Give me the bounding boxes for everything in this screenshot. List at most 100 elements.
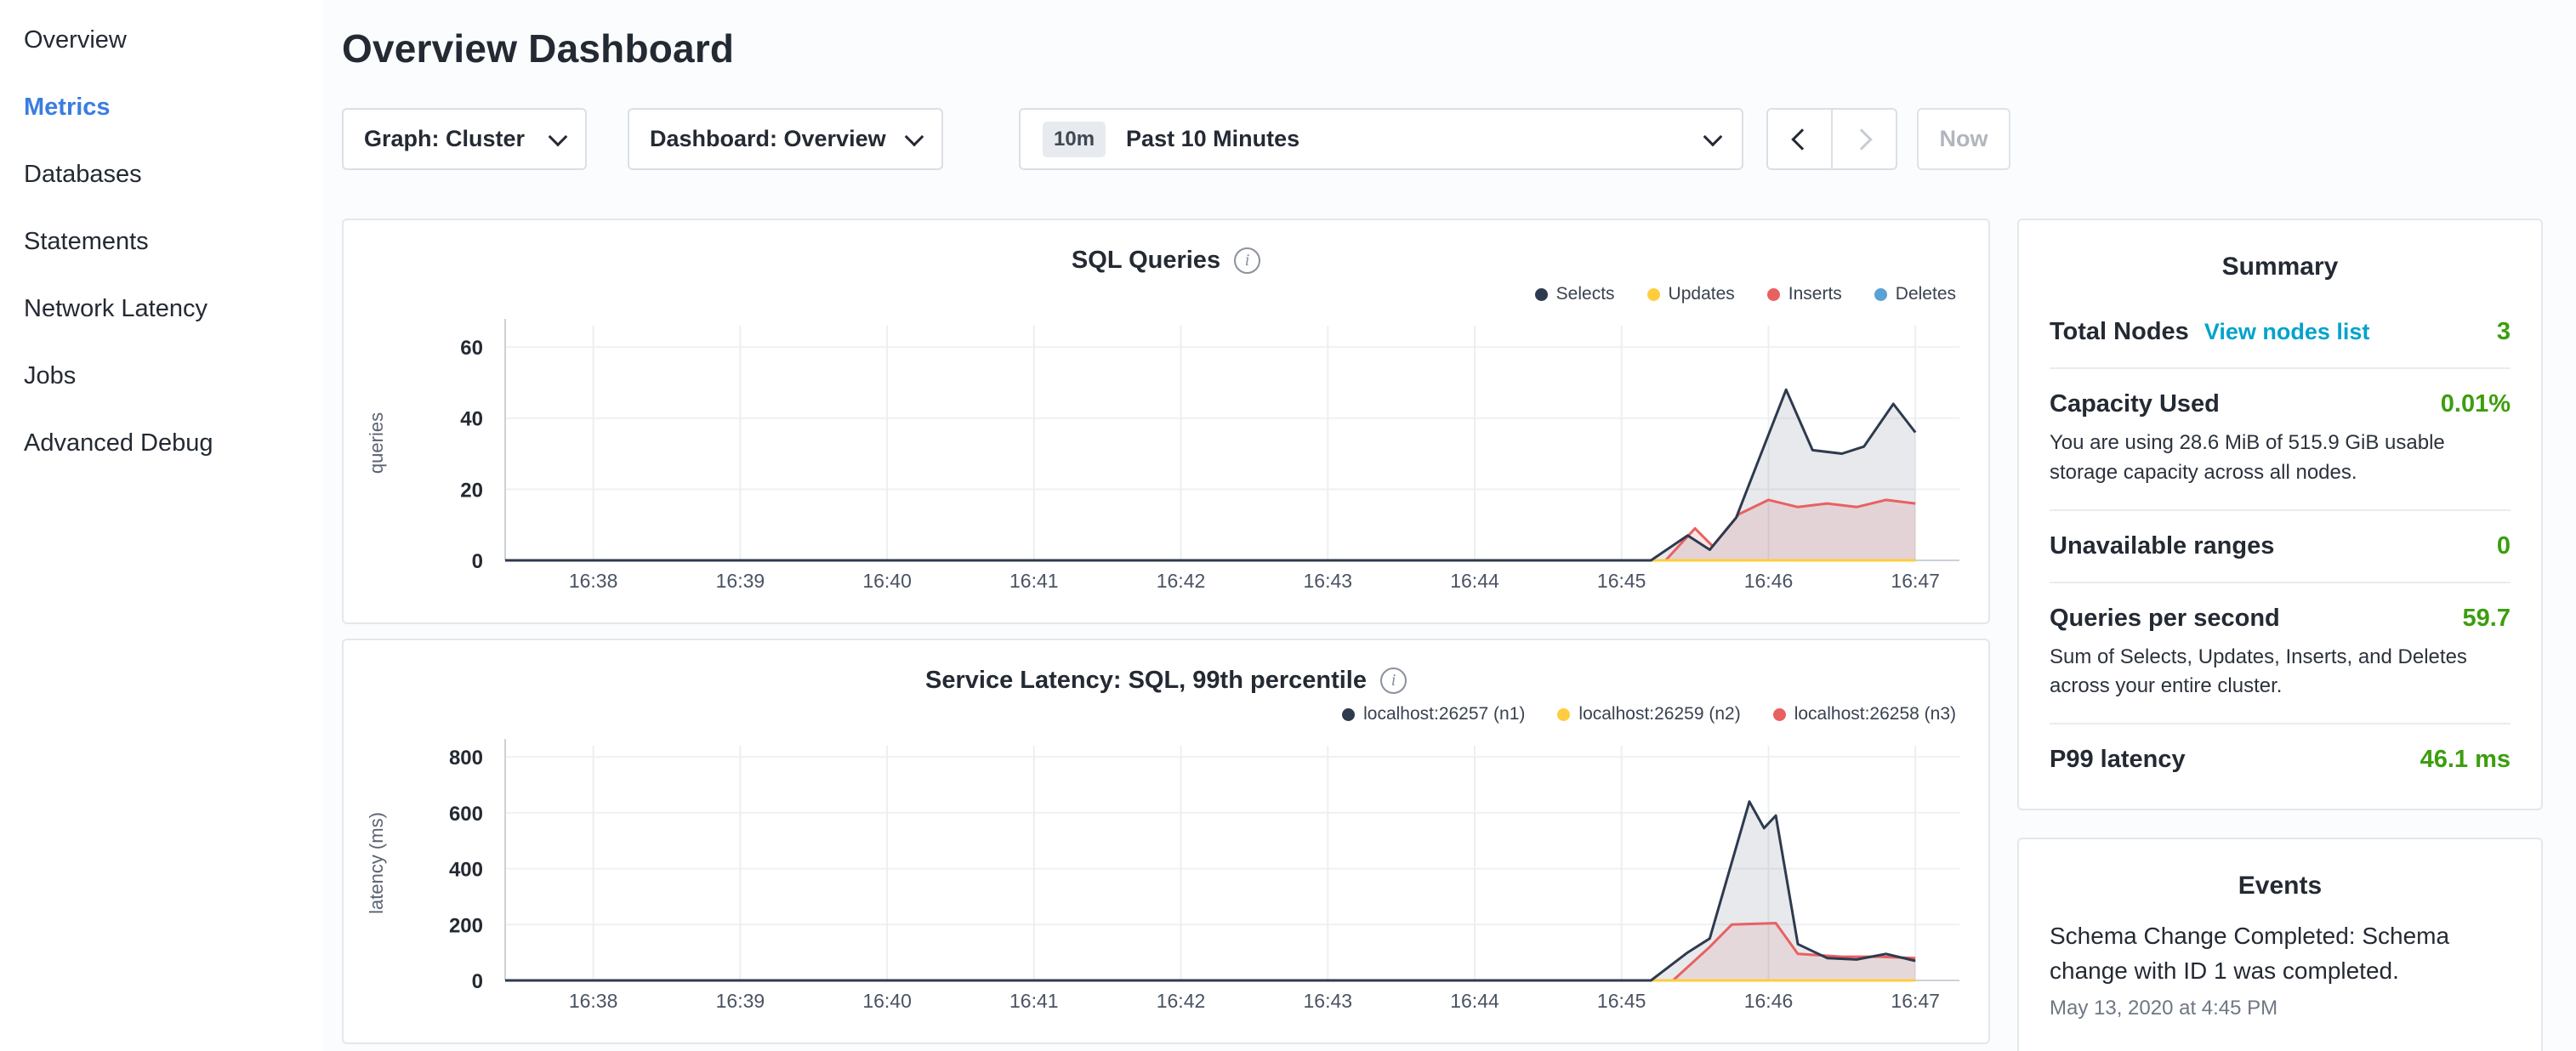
now-button[interactable]: Now [1917,108,2010,170]
svg-text:queries: queries [366,412,387,474]
svg-text:16:43: 16:43 [1304,990,1353,1012]
sidebar-item-network-latency[interactable]: Network Latency [0,276,323,343]
svg-text:16:47: 16:47 [1891,990,1940,1012]
summary-row-capacity-used: Capacity Used 0.01% You are using 28.6 M… [2050,367,2511,509]
svg-text:0: 0 [472,550,483,573]
svg-text:16:45: 16:45 [1597,570,1646,592]
legend-dot [1647,288,1660,301]
service-latency-chart-card: Service Latency: SQL, 99th percentile i … [342,639,1990,1044]
svg-text:800: 800 [449,747,483,770]
sidebar-item-databases[interactable]: Databases [0,141,323,208]
dashboard-dropdown-label: Dashboard: Overview [650,126,886,152]
chart-title: SQL Queries [1072,247,1220,275]
summary-label: Unavailable ranges [2050,532,2274,560]
summary-value: 3 [2497,318,2511,346]
svg-text:16:46: 16:46 [1744,570,1794,592]
time-forward-button[interactable] [1832,108,1897,170]
svg-text:16:40: 16:40 [862,570,912,592]
summary-row-total-nodes: Total Nodes View nodes list 3 [2050,297,2511,367]
svg-text:40: 40 [460,408,483,431]
summary-label: Queries per second [2050,605,2280,633]
page-title: Overview Dashboard [342,26,2576,71]
events-panel: Events Schema Change Completed: Schema c… [2017,838,2543,1051]
summary-value: 59.7 [2463,605,2511,633]
summary-subtext: Sum of Selects, Updates, Inserts, and De… [2050,643,2511,702]
legend-item-localhost-26258-n3-: localhost:26258 (n3) [1773,704,1956,724]
svg-text:16:45: 16:45 [1597,990,1646,1012]
chart-legend: localhost:26257 (n1) localhost:26259 (n2)… [344,696,1988,732]
svg-text:16:41: 16:41 [1009,990,1059,1012]
svg-text:16:42: 16:42 [1157,570,1206,592]
legend-dot [1767,288,1780,301]
chevron-left-icon [1791,128,1812,150]
svg-text:0: 0 [472,970,483,993]
chevron-down-icon [549,127,568,146]
svg-text:16:39: 16:39 [716,570,765,592]
legend-label: localhost:26258 (n3) [1794,704,1956,724]
summary-label: Total Nodes [2050,318,2189,346]
legend-dot [1557,708,1570,721]
summary-label: P99 latency [2050,746,2186,774]
svg-text:16:44: 16:44 [1450,990,1499,1012]
summary-label: Capacity Used [2050,390,2220,418]
legend-dot [1874,288,1887,301]
chart-title-row: Service Latency: SQL, 99th percentile i [344,640,1988,696]
summary-value: 46.1 ms [2420,746,2511,774]
legend-dot [1535,288,1548,301]
svg-text:16:43: 16:43 [1304,570,1353,592]
time-range-badge: 10m [1043,122,1106,157]
time-back-button[interactable] [1766,108,1832,170]
sidebar-item-statements[interactable]: Statements [0,208,323,276]
summary-value: 0.01% [2441,390,2511,418]
svg-text:16:41: 16:41 [1009,570,1059,592]
chevron-down-icon [1703,127,1723,146]
time-range-dropdown[interactable]: 10m Past 10 Minutes [1019,108,1743,170]
sidebar-item-jobs[interactable]: Jobs [0,343,323,410]
legend-item-selects: Selects [1535,284,1615,304]
svg-text:20: 20 [460,479,483,502]
svg-text:16:47: 16:47 [1891,570,1940,592]
legend-label: localhost:26259 (n2) [1578,704,1740,724]
legend-dot [1773,708,1786,721]
info-icon[interactable]: i [1380,668,1407,694]
svg-text:600: 600 [449,803,483,826]
legend-label: Deletes [1896,284,1956,304]
svg-text:16:42: 16:42 [1157,990,1206,1012]
svg-text:60: 60 [460,337,483,360]
info-icon[interactable]: i [1234,247,1260,274]
toolbar: Graph: Cluster Dashboard: Overview 10m P… [342,108,2576,170]
svg-text:16:38: 16:38 [569,990,618,1012]
chevron-down-icon [905,127,924,146]
legend-dot [1342,708,1355,721]
legend-item-localhost-26257-n1-: localhost:26257 (n1) [1342,704,1525,724]
sidebar-item-metrics[interactable]: Metrics [0,74,323,141]
svg-text:16:46: 16:46 [1744,990,1794,1012]
dashboard-dropdown[interactable]: Dashboard: Overview [628,108,943,170]
legend-label: localhost:26257 (n1) [1363,704,1525,724]
sidebar-item-advanced-debug[interactable]: Advanced Debug [0,410,323,477]
summary-value: 0 [2497,532,2511,560]
summary-title: Summary [2050,220,2511,297]
graph-dropdown[interactable]: Graph: Cluster [342,108,587,170]
graph-dropdown-label: Graph: Cluster [364,126,525,152]
event-item: Schema Change Completed: Schema change w… [2050,916,2511,1020]
service-latency-chart: 16:3816:3916:4016:4116:4216:4316:4416:45… [344,732,1988,1038]
sidebar-item-overview[interactable]: Overview [0,7,323,74]
view-nodes-list-link[interactable]: View nodes list [2204,319,2370,345]
summary-subtext: You are using 28.6 MiB of 515.9 GiB usab… [2050,429,2511,488]
chart-title-row: SQL Queries i [344,220,1988,276]
legend-item-deletes: Deletes [1874,284,1956,304]
event-timestamp: May 13, 2020 at 4:45 PM [2050,997,2511,1020]
sidebar: Overview Metrics Databases Statements Ne… [0,0,323,1051]
chart-title: Service Latency: SQL, 99th percentile [925,667,1367,695]
sql-queries-chart: 16:3816:3916:4016:4116:4216:4316:4416:45… [344,312,1988,618]
svg-text:400: 400 [449,859,483,882]
main-content: Overview Dashboard Graph: Cluster Dashbo… [342,0,2576,1051]
svg-text:200: 200 [449,914,483,937]
svg-text:16:44: 16:44 [1450,570,1499,592]
svg-text:16:39: 16:39 [716,990,765,1012]
summary-panel: Summary Total Nodes View nodes list 3 Ca… [2017,219,2543,810]
event-text: Schema Change Completed: Schema change w… [2050,916,2511,988]
chart-legend: SelectsUpdatesInsertsDeletes [344,276,1988,312]
legend-label: Updates [1669,284,1735,304]
